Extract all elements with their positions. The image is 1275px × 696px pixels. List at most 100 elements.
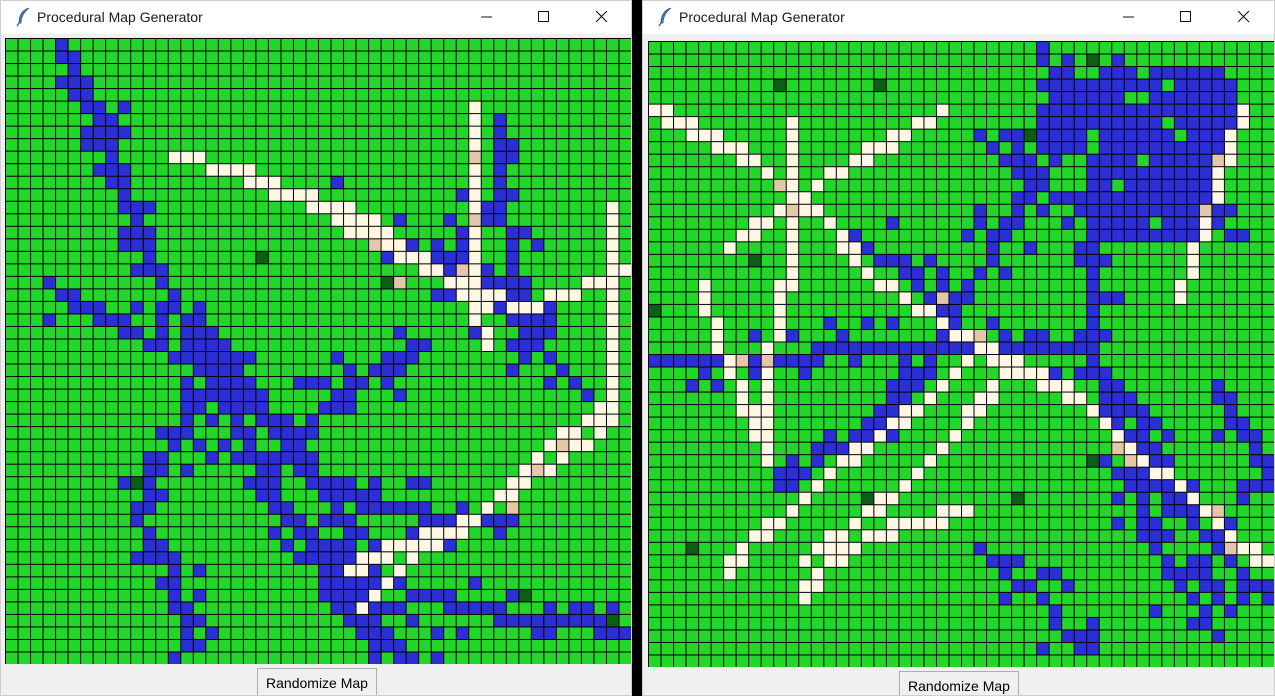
tile-grass: [987, 442, 999, 455]
tile-grass: [569, 76, 581, 89]
tile-grass: [293, 139, 306, 151]
tile-grass: [1149, 254, 1162, 267]
tile-grass: [736, 342, 749, 354]
tile-water: [106, 151, 118, 164]
tile-grass: [724, 492, 736, 505]
tile-grass: [431, 389, 444, 402]
tile-grass: [1262, 292, 1274, 304]
tile-grass: [811, 67, 824, 79]
tile-grass: [106, 427, 118, 439]
tile-grass: [6, 326, 18, 339]
minimize-button[interactable]: [465, 1, 511, 34]
tile-grass: [243, 289, 256, 301]
tile-water: [999, 567, 1012, 580]
tile-grass: [1062, 179, 1074, 192]
tile-grass: [1237, 555, 1249, 567]
tile-grass: [999, 467, 1012, 480]
tile-water: [68, 289, 81, 301]
maximize-button[interactable]: [522, 1, 568, 34]
tile-grass: [886, 229, 899, 242]
tile-water: [181, 402, 193, 414]
tile-grass: [1174, 542, 1187, 555]
tile-grass: [243, 114, 256, 126]
tile-grass: [1149, 242, 1162, 254]
tile-grass: [1049, 480, 1062, 492]
tile-water: [1162, 430, 1174, 442]
tile-grass: [281, 527, 293, 539]
tile-grass: [936, 617, 949, 630]
tile-grass: [1049, 642, 1062, 655]
tile-grass: [381, 464, 394, 477]
tile-grass: [1062, 42, 1074, 54]
tile-grass: [619, 502, 631, 514]
tile-grass: [581, 627, 594, 639]
tile-grass: [18, 352, 31, 364]
tile-grass: [886, 592, 899, 605]
tile-grass: [43, 602, 56, 614]
tile-road: [936, 505, 949, 517]
tile-grass: [999, 92, 1012, 104]
maximize-button[interactable]: [1164, 1, 1210, 34]
tile-grass: [799, 304, 811, 317]
tile-water: [268, 527, 281, 539]
tile-grass: [181, 201, 193, 214]
tile-grass: [861, 617, 874, 630]
tile-grass: [293, 39, 306, 51]
close-button[interactable]: [580, 1, 626, 34]
tile-grass: [106, 352, 118, 364]
tile-grass: [68, 164, 81, 176]
tile-road: [356, 564, 369, 577]
tile-water: [999, 129, 1012, 142]
tile-road: [811, 204, 824, 217]
tile-grass: [81, 539, 93, 552]
tile-grass: [581, 339, 594, 351]
tile-grass: [619, 539, 631, 552]
tile-grass: [494, 389, 506, 402]
tile-grass: [836, 292, 849, 304]
tile-grass: [711, 67, 724, 79]
map-canvas[interactable]: [648, 41, 1274, 667]
tile-grass: [243, 514, 256, 527]
tile-grass: [1037, 455, 1049, 467]
tile-grass: [369, 514, 381, 527]
tile-road: [761, 167, 774, 179]
tile-water: [256, 464, 268, 477]
tile-grass: [231, 139, 243, 151]
tile-water: [319, 564, 331, 577]
tile-grass: [711, 542, 724, 555]
tile-grass: [494, 314, 506, 326]
tile-grass: [1112, 617, 1124, 630]
tile-grass: [344, 89, 356, 101]
tile-grass: [481, 552, 494, 564]
tile-water: [1087, 279, 1099, 292]
tile-bridge: [1124, 455, 1137, 467]
tile-grass: [649, 67, 661, 79]
tile-grass: [444, 176, 456, 189]
tile-grass: [31, 239, 43, 251]
tile-grass: [1249, 67, 1262, 79]
tile-grass: [556, 639, 569, 652]
tile-water: [949, 292, 961, 304]
tile-water: [569, 614, 581, 627]
tile-grass: [1224, 317, 1237, 329]
map-canvas[interactable]: [5, 38, 631, 664]
minimize-button[interactable]: [1107, 1, 1153, 34]
randomize-map-button[interactable]: Randomize Map: [257, 668, 377, 695]
tile-water: [81, 139, 93, 151]
tile-grass: [481, 176, 494, 189]
tile-grass: [6, 364, 18, 377]
tile-grass: [394, 514, 406, 527]
tile-water: [811, 455, 824, 467]
tile-grass: [306, 89, 318, 101]
tile-grass: [1112, 342, 1124, 354]
tile-grass: [256, 527, 268, 539]
tile-grass: [369, 139, 381, 151]
close-button[interactable]: [1222, 1, 1268, 34]
tile-grass: [1049, 455, 1062, 467]
tile-grass: [18, 189, 31, 201]
tile-grass: [1049, 530, 1062, 542]
tile-grass: [1237, 442, 1249, 455]
tile-grass: [344, 276, 356, 289]
tile-grass: [331, 239, 344, 251]
tile-water: [181, 602, 193, 614]
